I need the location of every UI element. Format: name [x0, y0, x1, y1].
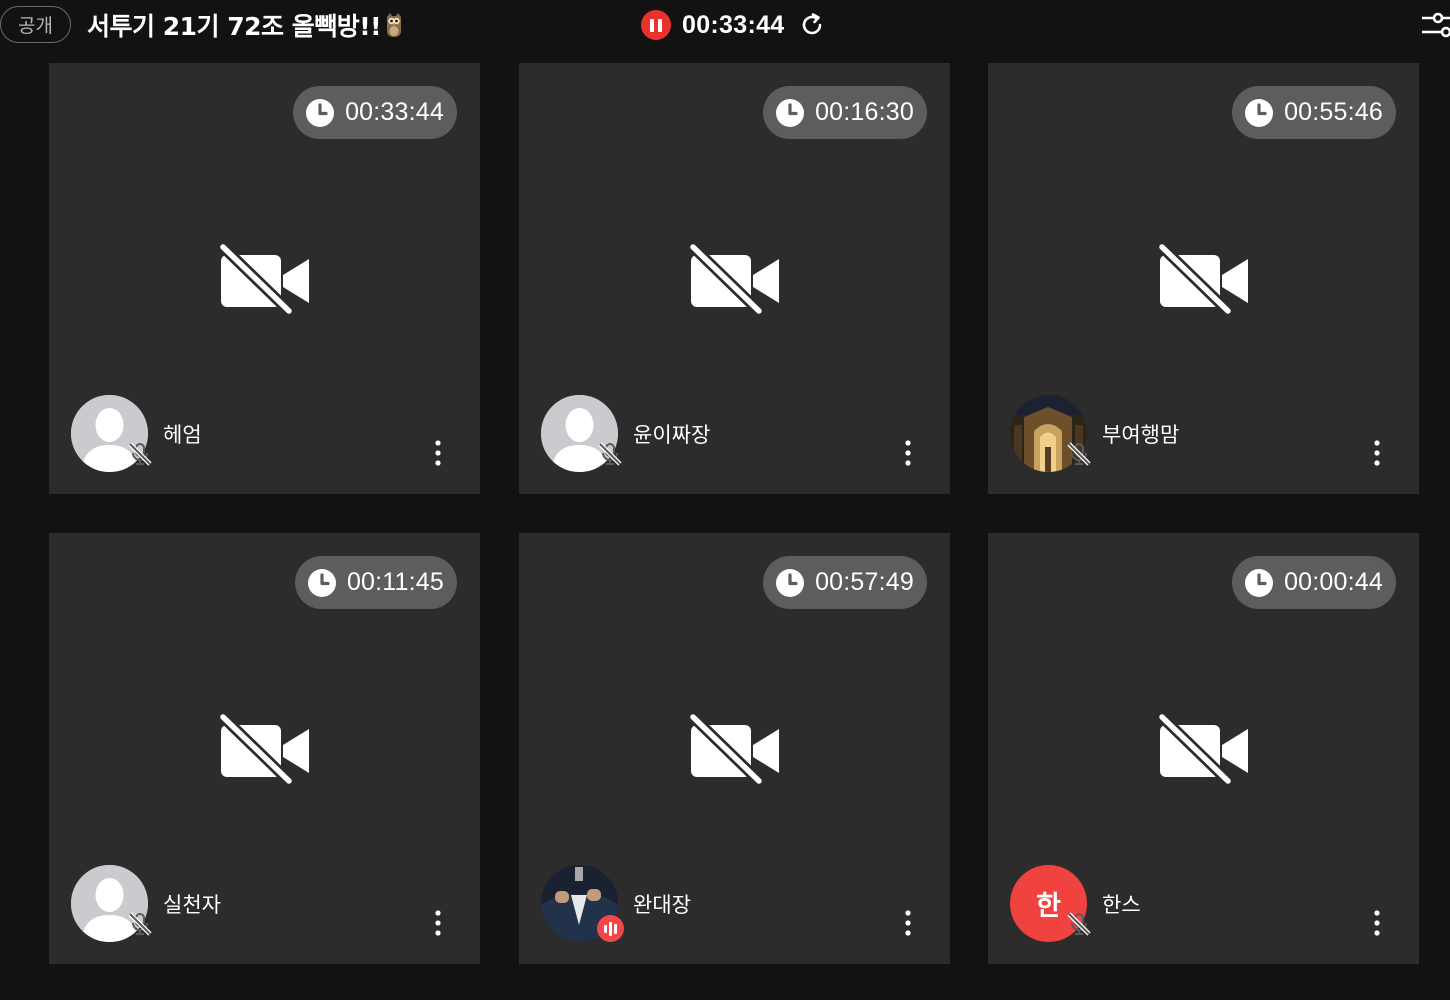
- timer-value: 00:16:30: [815, 98, 914, 126]
- sliders-icon: [1422, 12, 1450, 38]
- participant-tile[interactable]: 00:11:45 실천자: [49, 533, 480, 964]
- mic-off-icon: [127, 911, 153, 937]
- clock-icon: [775, 568, 805, 598]
- participant-name: 한스: [1102, 893, 1141, 917]
- participation-timer: 00:11:45: [294, 556, 457, 609]
- participation-timer: 00:00:44: [1232, 556, 1396, 609]
- camera-off-icon: [1158, 243, 1250, 315]
- camera-off-icon: [219, 713, 311, 785]
- clock-icon: [1244, 568, 1274, 598]
- top-bar: 공개 서투기 21기 72조 올빽방!! 00:33:44: [0, 0, 1450, 50]
- refresh-button[interactable]: [798, 11, 826, 39]
- clock-icon: [307, 568, 337, 598]
- pause-icon: [650, 18, 662, 32]
- participant-tile[interactable]: 00:57:49 완대장: [519, 533, 950, 964]
- speaking-indicator: [597, 915, 624, 942]
- participation-timer: 00:55:46: [1232, 86, 1396, 139]
- camera-off-icon: [689, 713, 781, 785]
- visibility-badge[interactable]: 공개: [0, 6, 71, 43]
- timer-value: 00:00:44: [1284, 568, 1383, 596]
- participant-tile[interactable]: 00:33:44 헤엄: [49, 63, 480, 494]
- camera-off-icon: [689, 243, 781, 315]
- mic-off-icon: [597, 441, 623, 467]
- more-options-icon[interactable]: [1372, 440, 1382, 466]
- audio-level-icon: [604, 921, 617, 936]
- camera-off-icon: [1158, 713, 1250, 785]
- participant-name: 실천자: [163, 893, 221, 917]
- timer-value: 00:11:45: [346, 568, 444, 596]
- owl-icon: [387, 13, 401, 37]
- refresh-icon: [803, 13, 822, 35]
- camera-off-icon: [219, 243, 311, 315]
- more-options-icon[interactable]: [903, 910, 913, 936]
- mic-off-icon: [1066, 911, 1092, 937]
- participant-tile[interactable]: 00:55:46 부여행맘: [988, 63, 1419, 494]
- clock-icon: [305, 98, 335, 128]
- mic-off-icon: [1066, 441, 1092, 467]
- avatar-initial: 한: [1036, 891, 1061, 922]
- participation-timer: 00:57:49: [763, 556, 927, 609]
- timer-value: 00:57:49: [815, 568, 914, 596]
- participant-name: 윤이짜장: [633, 423, 711, 447]
- participant-name: 헤엄: [163, 423, 202, 447]
- participation-timer: 00:16:30: [763, 86, 927, 139]
- timer-value: 00:55:46: [1284, 98, 1383, 126]
- more-options-icon[interactable]: [1372, 910, 1382, 936]
- clock-icon: [1244, 98, 1274, 128]
- timer-value: 00:33:44: [345, 98, 444, 126]
- room-title-text: 서투기 21기 72조 올빽방!!: [87, 12, 382, 41]
- settings-button[interactable]: [1420, 8, 1450, 42]
- participant-name: 완대장: [633, 893, 691, 917]
- more-options-icon[interactable]: [433, 910, 443, 936]
- clock-icon: [775, 98, 805, 128]
- mic-off-icon: [127, 441, 153, 467]
- recording-timer: 00:33:44: [682, 10, 785, 39]
- pause-recording-button[interactable]: [641, 10, 671, 40]
- participant-tile[interactable]: 00:16:30 윤이짜장: [519, 63, 950, 494]
- participant-name: 부여행맘: [1102, 423, 1180, 447]
- room-title: 서투기 21기 72조 올빽방!!: [87, 7, 405, 43]
- more-options-icon[interactable]: [903, 440, 913, 466]
- participation-timer: 00:33:44: [293, 86, 457, 139]
- more-options-icon[interactable]: [433, 440, 443, 466]
- recording-controls: 00:33:44: [641, 8, 826, 42]
- participant-tile[interactable]: 00:00:44 한 한스: [988, 533, 1419, 964]
